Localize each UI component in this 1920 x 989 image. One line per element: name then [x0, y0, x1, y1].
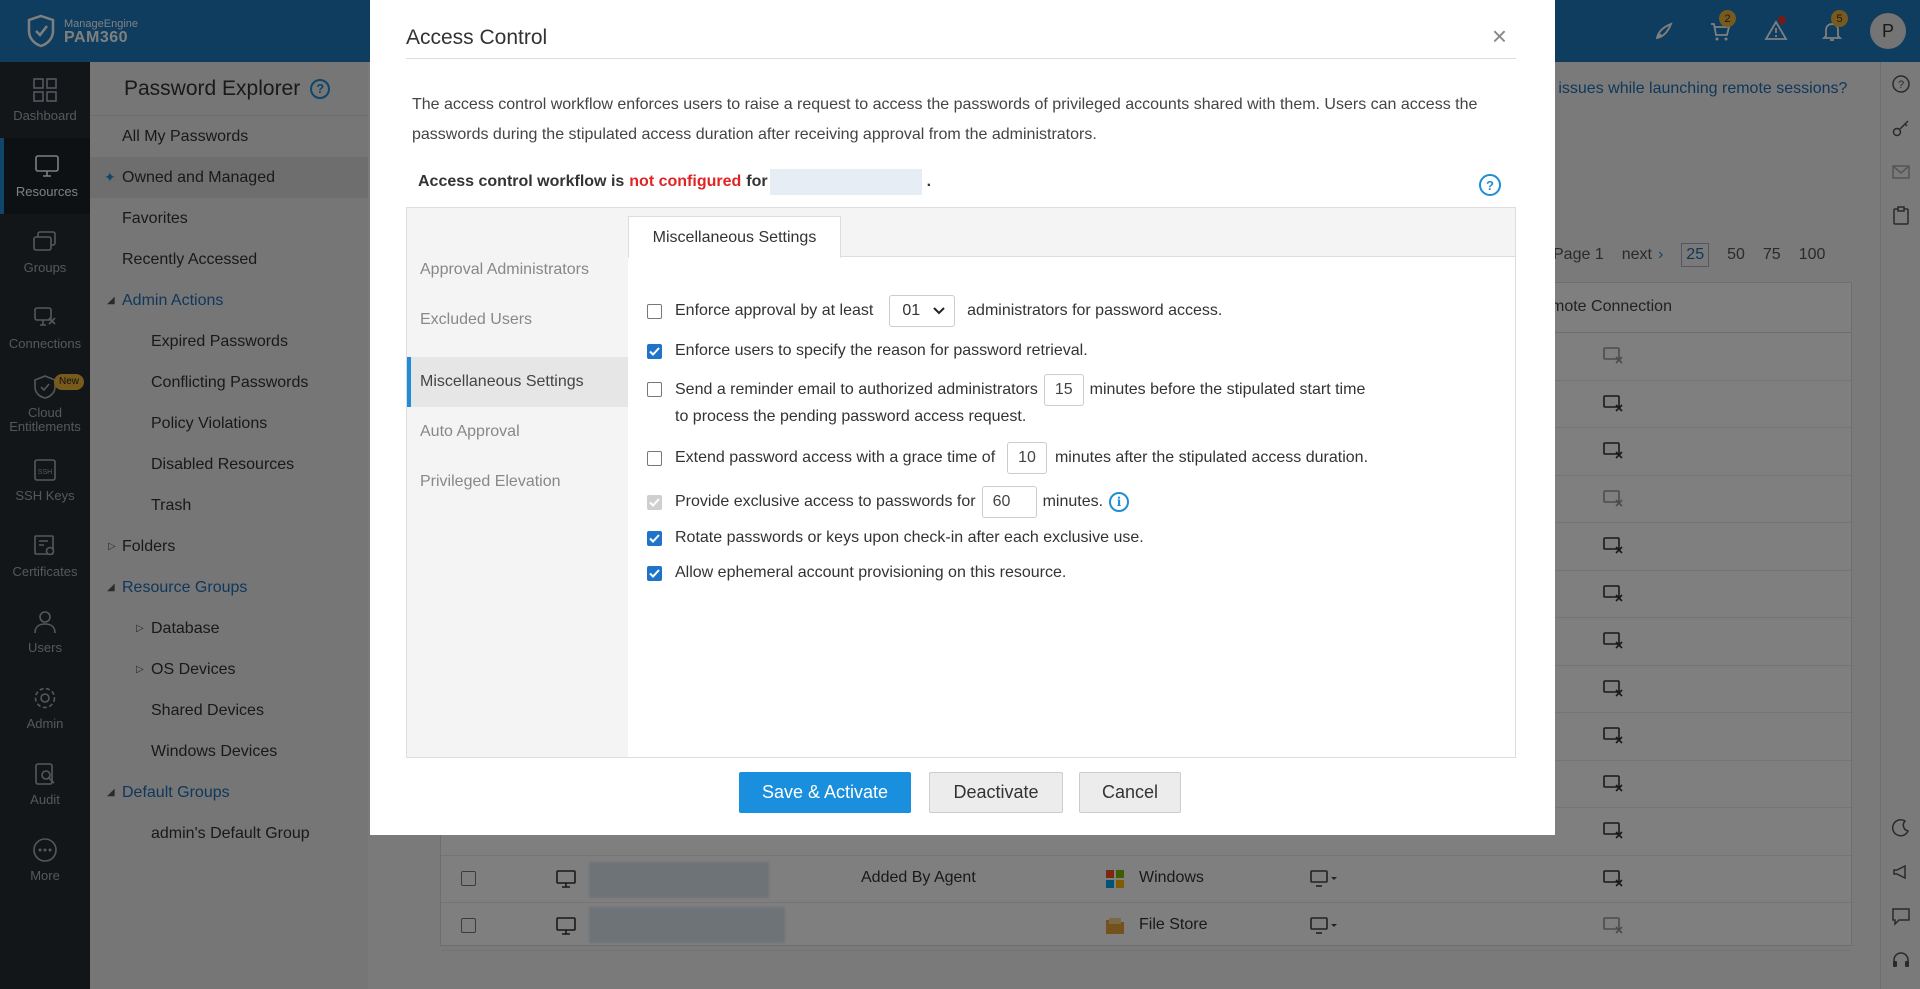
- side-tab-approval-administrators[interactable]: Approval Administrators: [407, 245, 628, 295]
- deactivate-button[interactable]: Deactivate: [929, 772, 1063, 813]
- settings-panel: Approval Administrators Excluded Users M…: [406, 207, 1516, 758]
- modal-description: The access control workflow enforces use…: [412, 96, 1478, 143]
- option-text: minutes.: [1042, 493, 1104, 510]
- side-tab-auto-approval[interactable]: Auto Approval: [407, 407, 628, 457]
- exclusive-minutes-input[interactable]: 60: [981, 486, 1037, 518]
- option-reason: Enforce users to specify the reason for …: [647, 342, 1088, 360]
- cancel-button[interactable]: Cancel: [1079, 772, 1181, 813]
- approver-count-select[interactable]: 01: [889, 295, 956, 327]
- option-text: Allow ephemeral account provisioning on …: [675, 564, 1067, 581]
- modal-title: Access Control: [406, 26, 548, 49]
- resource-name-redacted: [769, 169, 922, 195]
- option-text: Extend password access with a grace time…: [675, 449, 996, 466]
- option-text: administrators for password access.: [967, 302, 1223, 319]
- option-ephemeral: Allow ephemeral account provisioning on …: [647, 564, 1066, 582]
- reminder-checkbox[interactable]: [647, 382, 662, 397]
- option-text: Enforce approval by at least: [675, 302, 874, 319]
- side-tab-excluded-users[interactable]: Excluded Users: [407, 295, 628, 345]
- side-tab-privileged-elevation[interactable]: Privileged Elevation: [407, 457, 628, 507]
- option-text: Provide exclusive access to passwords fo…: [675, 493, 976, 510]
- close-icon[interactable]: ×: [1492, 23, 1507, 49]
- option-enforce-approval: Enforce approval by at least 01 administ…: [647, 295, 1222, 327]
- title-divider: [406, 58, 1516, 59]
- help-icon[interactable]: ?: [1479, 174, 1501, 196]
- option-exclusive: Provide exclusive access to passwords fo…: [647, 486, 1130, 518]
- status-suffix: .: [926, 173, 932, 190]
- status-value: not configured: [629, 173, 742, 190]
- status-for: for: [746, 173, 768, 190]
- option-text-line2: to process the pending password access r…: [675, 408, 1027, 425]
- chevron-down-icon: [933, 307, 945, 315]
- option-reminder: Send a reminder email to authorized admi…: [647, 374, 1365, 426]
- option-grace: Extend password access with a grace time…: [647, 442, 1368, 474]
- reminder-minutes-input[interactable]: 15: [1043, 374, 1084, 406]
- option-text: Enforce users to specify the reason for …: [675, 342, 1088, 359]
- option-text: minutes after the stipulated access dura…: [1054, 449, 1369, 466]
- select-value: 01: [902, 302, 921, 319]
- access-control-modal: Access Control × The access control work…: [370, 0, 1555, 835]
- option-text: Rotate passwords or keys upon check-in a…: [675, 529, 1144, 546]
- enforce-approval-checkbox[interactable]: [647, 303, 662, 319]
- side-tab-miscellaneous-settings[interactable]: Miscellaneous Settings: [407, 357, 628, 407]
- side-tabs: Approval Administrators Excluded Users M…: [407, 208, 628, 757]
- grace-checkbox[interactable]: [647, 450, 662, 466]
- tab-bar: Miscellaneous Settings: [628, 208, 1515, 258]
- ephemeral-checkbox[interactable]: [647, 565, 662, 581]
- exclusive-checkbox: [647, 494, 662, 510]
- grace-minutes-input[interactable]: 10: [1007, 442, 1047, 474]
- reason-checkbox[interactable]: [647, 343, 662, 359]
- option-text: minutes before the stipulated start time: [1089, 381, 1366, 398]
- workflow-status: Access control workflow is not configure…: [418, 169, 931, 195]
- save-activate-button[interactable]: Save & Activate: [739, 772, 911, 813]
- status-prefix: Access control workflow is: [418, 173, 625, 190]
- option-rotate: Rotate passwords or keys upon check-in a…: [647, 529, 1144, 547]
- tab-miscellaneous-settings[interactable]: Miscellaneous Settings: [628, 216, 841, 258]
- info-icon[interactable]: i: [1109, 492, 1130, 512]
- rotate-checkbox[interactable]: [647, 530, 662, 546]
- option-text: Send a reminder email to authorized admi…: [675, 381, 1038, 398]
